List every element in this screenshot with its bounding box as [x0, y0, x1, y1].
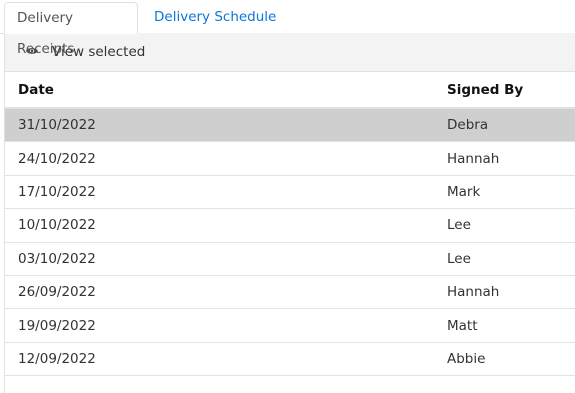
- table-row[interactable]: 12/09/2022 Abbie: [5, 343, 575, 377]
- cell-signed-by: Debra: [447, 117, 489, 134]
- tab-delivery-schedule[interactable]: Delivery Schedule: [142, 2, 288, 33]
- cell-date: 24/10/2022: [18, 150, 96, 167]
- table-row[interactable]: 19/09/2022 Matt: [5, 309, 575, 343]
- tab-bar: Delivery Receipts Delivery Schedule: [0, 0, 575, 57]
- column-header-signed-by[interactable]: Signed By: [447, 82, 523, 98]
- cell-signed-by: Lee: [447, 217, 471, 234]
- cell-date: 26/09/2022: [18, 284, 96, 301]
- tab-panel: View selected Date Signed By 31/10/2022 D…: [4, 33, 575, 393]
- cell-signed-by: Abbie: [447, 350, 486, 367]
- cell-date: 12/09/2022: [18, 350, 96, 367]
- table-row[interactable]: 31/10/2022 Debra: [5, 109, 575, 143]
- table-row[interactable]: 26/09/2022 Hannah: [5, 276, 575, 310]
- cell-signed-by: Hannah: [447, 150, 500, 167]
- table-row[interactable]: 03/10/2022 Lee: [5, 243, 575, 276]
- column-header-date[interactable]: Date: [18, 82, 54, 98]
- cell-date: 19/09/2022: [18, 317, 96, 334]
- table-row[interactable]: 24/10/2022 Hannah: [5, 142, 575, 176]
- table-header: Date Signed By: [5, 72, 575, 109]
- cell-date: 03/10/2022: [18, 250, 96, 267]
- cell-date: 17/10/2022: [18, 183, 96, 200]
- cell-signed-by: Lee: [447, 250, 471, 267]
- cell-signed-by: Hannah: [447, 284, 500, 301]
- receipts-table: Date Signed By 31/10/2022 Debra 24/10/2022…: [5, 72, 575, 377]
- table-row[interactable]: 10/10/2022 Lee: [5, 209, 575, 243]
- cell-signed-by: Mark: [447, 183, 481, 200]
- cell-signed-by: Matt: [447, 317, 478, 334]
- table-row[interactable]: 17/10/2022 Mark: [5, 176, 575, 210]
- cell-date: 10/10/2022: [18, 217, 96, 234]
- grid-toolbar: View selected: [5, 33, 575, 72]
- cell-date: 31/10/2022: [18, 117, 96, 134]
- tab-delivery-receipts[interactable]: Delivery Receipts: [4, 2, 138, 57]
